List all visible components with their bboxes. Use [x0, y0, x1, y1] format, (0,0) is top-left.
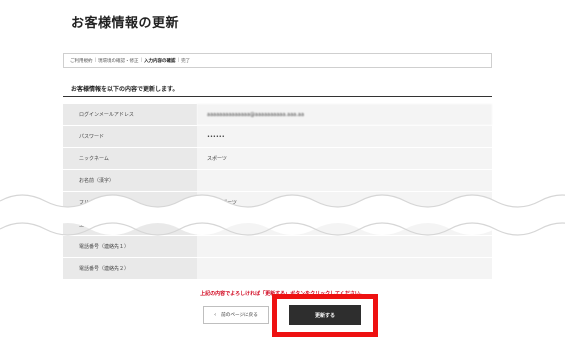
- table-row: パスワード ••••••: [63, 126, 492, 148]
- step-terms: ご利用規約: [70, 58, 93, 64]
- table-row: ログインメールアドレス aaaaaaaaaaaaaa@aaaaaaaaaa.aa…: [63, 104, 492, 126]
- page-title: お客様情報の更新: [71, 16, 180, 31]
- section-heading: お客様情報を以下の内容で更新します。: [71, 86, 179, 93]
- chevron-left-icon: ‹: [214, 312, 217, 318]
- step-separator: |: [140, 58, 143, 63]
- row-value-login-email: aaaaaaaaaaaaaa@aaaaaaaaaa.aaa.aa: [197, 104, 492, 125]
- step-current-env: 現環境の確認・修正: [98, 58, 139, 64]
- back-button[interactable]: ‹ 前のページに戻る: [203, 306, 269, 324]
- step-confirm: 入力内容の確認: [144, 58, 176, 64]
- row-label-phone-2: 電話番号（連絡先２）: [63, 258, 197, 279]
- row-value-phone-2: [197, 258, 492, 279]
- row-value-password: ••••••: [197, 126, 492, 147]
- back-button-label: 前のページに戻る: [221, 313, 258, 318]
- table-row: ニックネーム スポーツ: [63, 148, 492, 170]
- row-label-password: パスワード: [63, 126, 197, 147]
- highlight-frame: [272, 294, 378, 337]
- row-label-login-email: ログインメールアドレス: [63, 104, 197, 125]
- table-row: 電話番号（連絡先２）: [63, 258, 492, 280]
- step-separator: |: [177, 58, 180, 63]
- cut-wave-divider: [0, 194, 565, 236]
- section-divider: [63, 96, 492, 97]
- row-label-nickname: ニックネーム: [63, 148, 197, 169]
- progress-steps: ご利用規約 | 現環境の確認・修正 | 入力内容の確認 | 完了: [63, 53, 492, 68]
- step-complete: 完了: [181, 58, 191, 64]
- step-separator: |: [94, 58, 97, 63]
- row-value-nickname: スポーツ: [197, 148, 492, 169]
